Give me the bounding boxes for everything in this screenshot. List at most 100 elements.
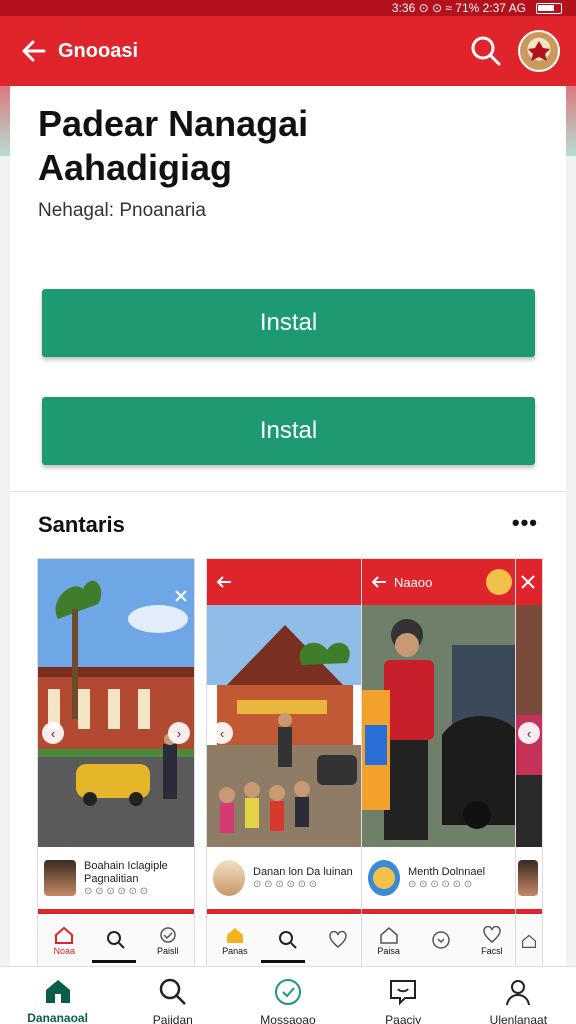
chevron-left-icon[interactable]: ‹: [42, 722, 64, 744]
nav-label: Pajidan: [152, 1013, 193, 1024]
screenshot-card[interactable]: ‹ › Boahain Iclagiple Pagnalitian ⊙ ⊙ ⊙ …: [38, 559, 194, 967]
screenshot-app-bar: [207, 559, 363, 605]
nav-item-messages[interactable]: Paaciy: [353, 977, 453, 1024]
mini-nav-label: Noaa: [53, 946, 75, 956]
battery-icon: [536, 2, 562, 14]
home-icon: [379, 927, 398, 944]
street-photo-image: [38, 559, 194, 847]
mini-nav-home: Paisa: [377, 926, 400, 956]
nav-item-profile[interactable]: Ulenlanaat: [468, 977, 568, 1024]
mini-nav-label: Facsl: [481, 946, 503, 956]
heart-check-icon: [159, 927, 176, 943]
home-icon: [226, 928, 243, 943]
arrow-left-icon: [22, 40, 46, 62]
emblem-icon: [528, 41, 550, 61]
mini-nav-like: Facsl: [481, 926, 503, 956]
heart-check-icon: [274, 979, 301, 1005]
app-subtitle: Nehagal: Pnoanaria: [38, 200, 206, 221]
nav-label: Dananaoal: [27, 1011, 88, 1024]
screenshots-section-title: Santaris: [38, 512, 125, 537]
mini-nav-indicator: [261, 960, 305, 963]
heart-check-icon: [431, 931, 450, 949]
screenshot-app-bar: Naaoo: [362, 559, 518, 605]
person-icon: [506, 980, 531, 1006]
caption-title: Danan lon Da luinan: [253, 866, 353, 878]
app-title: Padear Nanagai Aahadigiag: [38, 102, 518, 190]
nav-label: Mossaoao: [260, 1013, 316, 1024]
emblem-icon: [486, 569, 512, 595]
arrow-left-icon: [371, 576, 386, 588]
bottom-navigation: Dananaoal Pajidan Mossaoao Paaciy Ulenla…: [0, 966, 576, 1024]
divider: [10, 491, 566, 492]
search-icon: [278, 931, 297, 949]
screenshot-card[interactable]: ‹ Danan lon Da luinan ⊙ ⊙ ⊙ ⊙ ⊙ ⊙ Panas: [207, 559, 363, 967]
mini-nav-search: [278, 930, 298, 952]
heart-icon: [483, 926, 501, 943]
home-icon: [55, 926, 74, 944]
chevron-right-icon[interactable]: ›: [168, 722, 190, 744]
mini-nav-label: Paisll: [156, 946, 179, 956]
background-strip-right: [566, 86, 576, 156]
app-detail-card: Padear Nanagai Aahadigiag Nehagal: Pnoan…: [10, 86, 566, 967]
mini-nav-label: Paisa: [377, 946, 400, 956]
app-bar: Gnooasi: [0, 16, 576, 86]
screenshot-bottom-nav: Paisa Facsl: [362, 915, 518, 967]
screenshot-app-bar: [516, 559, 542, 605]
mini-nav-indicator: [92, 960, 136, 963]
mini-nav-label: Panas: [222, 946, 248, 956]
home-icon: [45, 980, 70, 1003]
chevron-left-icon[interactable]: ‹: [211, 722, 233, 744]
avatar[interactable]: [518, 30, 560, 72]
caption-title: Boahain Iclagiple Pagnalitian: [84, 859, 168, 885]
rider-photo-image: [362, 605, 518, 847]
screenshot-card[interactable]: ‹: [516, 559, 542, 967]
close-icon: [521, 575, 535, 589]
mini-nav-search: [106, 930, 126, 952]
caption-meta: ⊙ ⊙ ⊙ ⊙ ⊙ ⊙: [84, 885, 149, 897]
back-button[interactable]: [16, 33, 52, 69]
screenshot-bottom-nav: Noaa Paisll: [38, 915, 194, 967]
caption-meta: ⊙ ⊙ ⊙ ⊙ ⊙ ⊙: [408, 879, 473, 890]
mini-nav-home: Panas: [222, 926, 248, 956]
profile-image: [44, 860, 76, 896]
mini-nav-home: Noaa: [53, 926, 75, 956]
chat-icon: [390, 980, 417, 1006]
search-icon: [106, 931, 125, 949]
screenshot-header-title: Naaoo: [394, 574, 433, 590]
screenshot-caption: Menth Dolnnael ⊙ ⊙ ⊙ ⊙ ⊙ ⊙: [362, 847, 518, 909]
search-button[interactable]: [466, 31, 506, 71]
home-icon: [522, 934, 536, 948]
profile-image: [213, 860, 245, 896]
status-bar: 3:36 ⊙ ⊙ ≈ 71% 2:37 AG: [0, 0, 576, 16]
divider: [207, 909, 363, 914]
caption-meta: ⊙ ⊙ ⊙ ⊙ ⊙ ⊙: [253, 879, 318, 890]
nav-item-search[interactable]: Pajidan: [123, 977, 223, 1024]
app-title-line-2: Aahadigiag: [38, 147, 233, 188]
screenshot-bottom-nav: Panas: [207, 915, 363, 967]
mini-nav-fav: Paisll: [156, 926, 179, 956]
divider: [362, 909, 518, 914]
nav-label: Paaciy: [385, 1013, 422, 1024]
install-button-secondary[interactable]: Instal: [42, 397, 535, 465]
background-strip-left: [0, 86, 10, 156]
search-icon: [471, 36, 501, 66]
more-options-button[interactable]: •••: [512, 510, 538, 536]
mini-nav-fav: [328, 931, 348, 951]
mini-nav-fav: [431, 930, 451, 952]
screenshot-caption: [516, 847, 542, 909]
emblem-image: [368, 860, 400, 896]
screenshot-bottom-nav: [516, 915, 542, 967]
screenshot-caption: Boahain Iclagiple Pagnalitian ⊙ ⊙ ⊙ ⊙ ⊙ …: [38, 847, 194, 909]
status-text: 3:36 ⊙ ⊙ ≈ 71% 2:37 AG: [391, 1, 526, 15]
install-button[interactable]: Instal: [42, 289, 535, 357]
search-icon: [159, 978, 186, 1005]
nav-label: Ulenlanaat: [489, 1013, 548, 1024]
app-title-line-1: Padear Nanagai: [38, 103, 309, 144]
screenshot-card[interactable]: Naaoo Menth Dolnnael ⊙ ⊙ ⊙ ⊙ ⊙ ⊙ Paisa F…: [362, 559, 518, 967]
screenshot-caption: Danan lon Da luinan ⊙ ⊙ ⊙ ⊙ ⊙ ⊙: [207, 847, 363, 909]
nav-item-favorites[interactable]: Mossaoao: [238, 977, 338, 1024]
app-bar-title: Gnooasi: [58, 39, 139, 62]
chevron-left-icon[interactable]: ‹: [518, 722, 540, 744]
caption-title: Menth Dolnnael: [408, 866, 486, 878]
nav-item-home[interactable]: Dananaoal: [8, 977, 108, 1024]
